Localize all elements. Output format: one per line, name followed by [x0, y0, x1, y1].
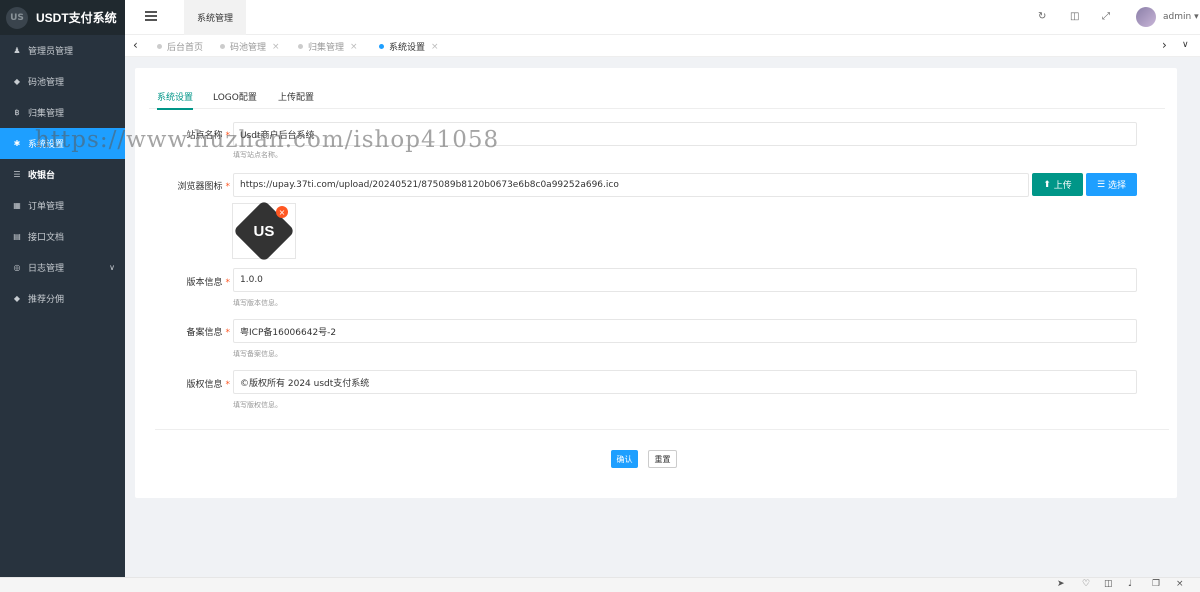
sidebar-item-collection[interactable]: ฿ 归集管理 — [0, 97, 125, 128]
diamond-icon: ◆ — [13, 294, 21, 303]
trash-icon[interactable]: ◫ — [1104, 579, 1113, 589]
sidebar: US USDT支付系统 ♟ 管理员管理 ◆ 码池管理 ฿ 归集管理 ✱ 系统设置… — [0, 0, 125, 577]
list-icon: ☰ — [13, 170, 21, 179]
icp-input[interactable]: 粤ICP备16006642号-2 — [233, 319, 1137, 343]
close-icon[interactable]: × — [272, 42, 280, 52]
choose-button[interactable]: ☰ 选择 — [1086, 173, 1137, 196]
tab-upload-config[interactable]: 上传配置 — [278, 90, 314, 103]
volume-icon[interactable]: ♩ — [1128, 579, 1132, 589]
tab-collection[interactable]: 归集管理 × — [298, 40, 358, 53]
sidebar-item-orders[interactable]: ▦ 订单管理 — [0, 190, 125, 221]
calculator-icon: ▦ — [13, 201, 21, 210]
settings-card: 系统设置 LOGO配置 上传配置 站点名称 * Usdt商户后台系统 填写站点名称… — [135, 68, 1177, 498]
sidebar-item-label: 推荐分佣 — [28, 295, 65, 305]
close-icon[interactable]: × — [350, 42, 358, 52]
logo-area: US USDT支付系统 — [0, 0, 125, 35]
favicon-preview: US × — [232, 199, 296, 263]
sidebar-item-label: 系统设置 — [28, 140, 65, 150]
reset-button[interactable]: 重置 — [648, 450, 677, 468]
divider — [155, 429, 1169, 430]
sidebar-item-label: 接口文档 — [28, 233, 65, 243]
upload-icon: ⬆ — [1043, 179, 1054, 190]
sidebar-item-api-docs[interactable]: ▤ 接口文档 — [0, 221, 125, 252]
trash-icon[interactable]: ◫ — [1070, 11, 1079, 22]
close-icon[interactable]: × — [431, 42, 439, 52]
favicon-url-input[interactable]: https://upay.37ti.com/upload/20240521/87… — [233, 173, 1029, 197]
site-name-input[interactable]: Usdt商户后台系统 — [233, 122, 1137, 146]
chevron-down-icon[interactable]: ∨ — [1182, 40, 1189, 50]
diamond-icon: ◆ — [13, 77, 21, 86]
doc-icon: ▤ — [13, 232, 21, 241]
chevron-left-icon[interactable]: ‹ — [133, 38, 138, 52]
version-hint: 填写版本信息。 — [233, 299, 282, 307]
sidebar-item-label: 码池管理 — [28, 78, 65, 88]
tab-system-settings[interactable]: 系统设置 × — [379, 40, 439, 53]
sidebar-item-system-settings[interactable]: ✱ 系统设置 — [0, 128, 125, 159]
sidebar-item-label: 管理员管理 — [28, 47, 74, 57]
tab-code-pool[interactable]: 码池管理 × — [220, 40, 280, 53]
tab-logo-config[interactable]: LOGO配置 — [213, 90, 257, 103]
close-icon[interactable]: × — [1176, 579, 1184, 589]
icp-label: 备案信息 * — [186, 328, 230, 338]
footer-toolbar: ➤ ♡ ◫ ♩ ❐ × — [0, 577, 1200, 592]
sidebar-item-label: 归集管理 — [28, 109, 65, 119]
bitcoin-icon: ฿ — [14, 108, 20, 117]
sidebar-item-logs[interactable]: ◎ 日志管理 ∨ — [0, 252, 125, 283]
tab-home[interactable]: 后台首页 — [157, 40, 203, 53]
tab-system-settings-form[interactable]: 系统设置 — [157, 90, 194, 110]
sidebar-item-label: 日志管理 — [28, 264, 65, 274]
user-icon: ♟ — [13, 46, 21, 55]
fullscreen-icon[interactable]: ⤢ — [1102, 11, 1110, 22]
copyright-hint: 填写版权信息。 — [233, 401, 282, 409]
confirm-button[interactable]: 确认 — [611, 450, 638, 468]
logo-icon: US — [6, 6, 28, 29]
page-tab-bar: ‹ 后台首页 码池管理 × 归集管理 × 系统设置 × › ∨ — [125, 35, 1200, 57]
gear-icon: ✱ — [13, 139, 21, 148]
sidebar-item-code-pool[interactable]: ◆ 码池管理 — [0, 66, 125, 97]
app-title: USDT支付系统 — [36, 11, 117, 25]
header-tab-system[interactable]: 系统管理 — [184, 0, 246, 35]
avatar[interactable] — [1136, 7, 1156, 27]
menu-toggle-icon[interactable] — [145, 11, 157, 21]
site-name-hint: 填写站点名称。 — [233, 151, 282, 159]
upload-button[interactable]: ⬆ 上传 — [1032, 173, 1083, 196]
top-header: 系统管理 ↻ ◫ ⤢ admin ▾ — [125, 0, 1200, 35]
content-tabs: 系统设置 LOGO配置 上传配置 — [149, 90, 1165, 110]
chevron-right-icon[interactable]: › — [1162, 38, 1167, 52]
rocket-icon[interactable]: ➤ — [1057, 579, 1065, 589]
copyright-label: 版权信息 * — [186, 380, 230, 390]
sidebar-item-referral[interactable]: ◆ 推荐分佣 — [0, 283, 125, 314]
sidebar-item-label: 收银台 — [28, 171, 56, 181]
list-icon: ☰ — [1097, 179, 1108, 190]
sidebar-item-cashier[interactable]: ☰ 收银台 — [0, 159, 125, 190]
chevron-down-icon: ∨ — [109, 263, 115, 272]
version-label: 版本信息 * — [186, 278, 230, 288]
favicon-label: 浏览器图标 * — [177, 182, 230, 192]
icp-hint: 填写备案信息。 — [233, 350, 282, 358]
sidebar-item-label: 订单管理 — [28, 202, 65, 212]
heart-icon[interactable]: ♡ — [1082, 579, 1090, 589]
version-input[interactable]: 1.0.0 — [233, 268, 1137, 292]
close-icon[interactable]: × — [276, 206, 288, 218]
site-name-label: 站点名称 * — [186, 131, 230, 141]
sidebar-item-admin[interactable]: ♟ 管理员管理 — [0, 35, 125, 66]
copyright-input[interactable]: ©版权所有 2024 usdt支付系统 — [233, 370, 1137, 394]
username[interactable]: admin ▾ — [1163, 12, 1199, 22]
copy-icon[interactable]: ❐ — [1152, 579, 1160, 589]
refresh-icon[interactable]: ↻ — [1038, 11, 1046, 22]
log-icon: ◎ — [13, 263, 21, 272]
